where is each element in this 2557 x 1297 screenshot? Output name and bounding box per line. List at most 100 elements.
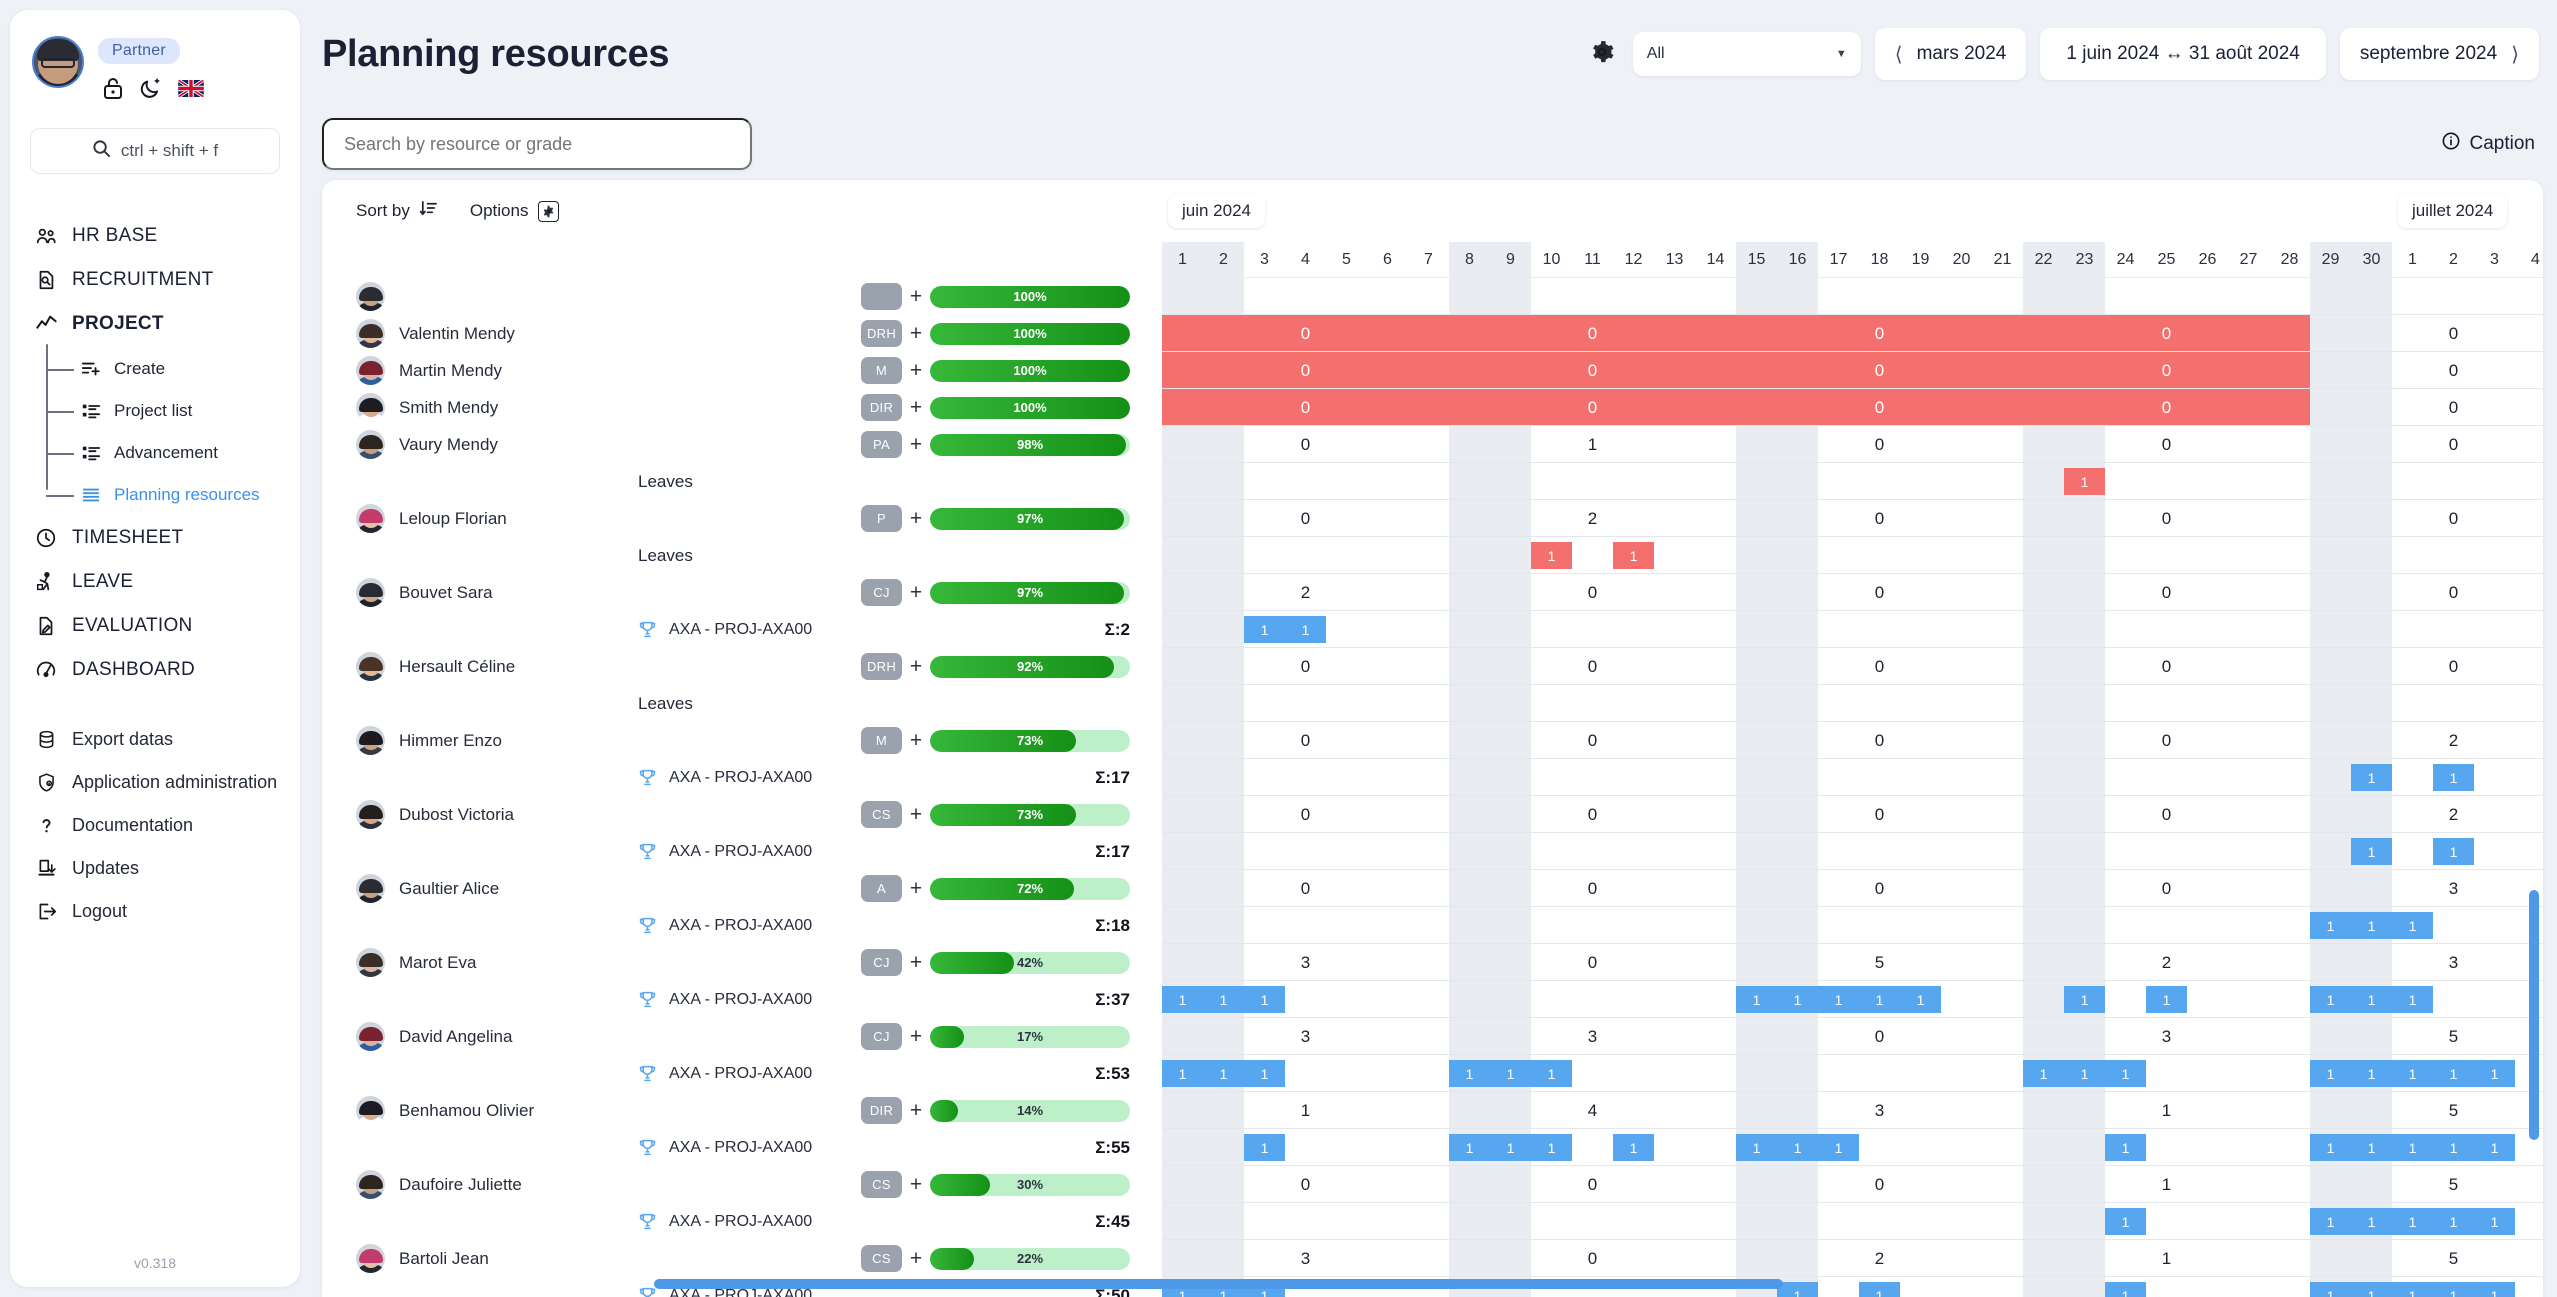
day-header-cell[interactable]: 6 — [1367, 242, 1408, 278]
expand-resource-button[interactable]: + — [902, 951, 930, 975]
day-header-cell[interactable]: 9 — [1490, 242, 1531, 278]
filter-select[interactable]: All ▼ — [1632, 32, 1861, 76]
timeline-aggregate-row[interactable]: 00000000 — [1162, 352, 2543, 389]
task-block[interactable]: 1 — [2474, 1208, 2515, 1235]
expand-resource-button[interactable]: + — [902, 322, 930, 346]
task-block[interactable]: 1 — [1244, 1060, 1285, 1087]
day-header-cell[interactable]: 26 — [2187, 242, 2228, 278]
day-header-cell[interactable]: 14 — [1695, 242, 1736, 278]
timeline-detail-row[interactable]: 11111111111111111111111111111 — [1162, 1129, 2543, 1166]
day-header-cell[interactable]: 23 — [2064, 242, 2105, 278]
resource-row[interactable]: Valentin Mendy DRH +100% — [322, 315, 1162, 352]
task-block[interactable]: 1 — [2310, 912, 2351, 939]
resource-row[interactable]: Vaury Mendy PA +98% — [322, 426, 1162, 463]
resource-row[interactable]: Himmer Enzo M +73% — [322, 722, 1162, 759]
task-block[interactable]: 1 — [2433, 764, 2474, 791]
task-block[interactable]: 1 — [2351, 1134, 2392, 1161]
day-header-cell[interactable]: 18 — [1859, 242, 1900, 278]
project-row[interactable]: AXA - PROJ-AXA00 Σ:53 — [322, 1055, 1162, 1092]
day-header-cell[interactable]: 20 — [1941, 242, 1982, 278]
timeline-detail-row[interactable]: 111111111111111111111 — [1162, 1203, 2543, 1240]
resource-row[interactable]: +100% — [322, 278, 1162, 315]
task-block[interactable]: 1 — [2433, 1282, 2474, 1297]
next-month-button[interactable]: septembre 2024 ⟩ — [2339, 28, 2539, 80]
timeline-aggregate-row[interactable]: 30215555 — [1162, 1240, 2543, 1277]
expand-resource-button[interactable]: + — [902, 1247, 930, 1271]
task-block[interactable]: 1 — [2351, 1060, 2392, 1087]
resource-row[interactable]: Gaultier Alice A +72% — [322, 870, 1162, 907]
task-block[interactable]: 1 — [1818, 1134, 1859, 1161]
task-block[interactable]: 1 — [1449, 1134, 1490, 1161]
expand-resource-button[interactable]: + — [902, 359, 930, 383]
day-header-cell[interactable]: 8 — [1449, 242, 1490, 278]
timeline-aggregate-row[interactable]: 00002222 — [1162, 796, 2543, 833]
sidebar-item-hr-base[interactable]: HR BASE — [10, 214, 300, 258]
sidebar-item-logout[interactable]: Logout — [10, 890, 300, 933]
day-header-cell[interactable]: 21 — [1982, 242, 2023, 278]
timeline-detail-row[interactable]: 11111111 — [1162, 759, 2543, 796]
sidebar-item-application-administration[interactable]: Application administration — [10, 761, 300, 804]
task-block[interactable]: 1 — [2433, 1134, 2474, 1161]
task-block[interactable]: 1 — [2392, 1208, 2433, 1235]
resource-row[interactable]: Marot Eva CJ +42% — [322, 944, 1162, 981]
day-header-cell[interactable]: 1 — [2392, 242, 2433, 278]
day-header-cell[interactable]: 16 — [1777, 242, 1818, 278]
timeline-column[interactable]: 1 2 3 4 5 6 7 8 9 10 11 12 13 14 15 16 17 18 19 20 21 22 23 24 2… — [1162, 242, 2543, 1297]
task-block[interactable]: 1 — [2351, 912, 2392, 939]
timeline-aggregate-row[interactable]: 14315555 — [1162, 1092, 2543, 1129]
resource-row[interactable]: Hersault Céline DRH +92% — [322, 648, 1162, 685]
project-row[interactable]: AXA - PROJ-AXA00 Σ:17 — [322, 833, 1162, 870]
task-block[interactable]: 1 — [1162, 1060, 1203, 1087]
resource-row[interactable]: Smith Mendy DIR +100% — [322, 389, 1162, 426]
caption-button[interactable]: Caption — [2441, 131, 2544, 157]
task-block[interactable]: 1 — [2310, 1060, 2351, 1087]
global-search-shortcut[interactable]: ctrl + shift + f — [30, 128, 280, 174]
task-block[interactable]: 1 — [2064, 986, 2105, 1013]
day-header-cell[interactable]: 19 — [1900, 242, 1941, 278]
previous-month-button[interactable]: ⟨ mars 2024 — [1874, 28, 2027, 80]
task-block[interactable]: 1 — [1777, 986, 1818, 1013]
task-block[interactable]: 1 — [2392, 1060, 2433, 1087]
task-block[interactable]: 1 — [1818, 986, 1859, 1013]
resource-row[interactable]: Benhamou Olivier DIR +14% — [322, 1092, 1162, 1129]
day-header-cell[interactable]: 4 — [2515, 242, 2543, 278]
timeline-detail-row[interactable]: 11 — [1162, 611, 2543, 648]
resource-row[interactable]: David Angelina CJ +17% — [322, 1018, 1162, 1055]
day-header-cell[interactable]: 11 — [1572, 242, 1613, 278]
day-header-cell[interactable]: 24 — [2105, 242, 2146, 278]
task-block[interactable]: 1 — [2474, 1060, 2515, 1087]
task-block[interactable]: 1 — [2433, 1208, 2474, 1235]
moon-icon[interactable] — [140, 76, 162, 100]
day-header-cell[interactable]: 1 — [1162, 242, 1203, 278]
task-block[interactable]: 1 — [2105, 1208, 2146, 1235]
resource-row[interactable]: Dubost Victoria CS +73% — [322, 796, 1162, 833]
task-block[interactable]: 1 — [1613, 1134, 1654, 1161]
timeline-aggregate-row[interactable]: 30523333 — [1162, 944, 2543, 981]
project-row[interactable]: AXA - PROJ-AXA00 Σ:45 — [322, 1203, 1162, 1240]
task-block[interactable]: 1 — [1244, 986, 1285, 1013]
task-block[interactable]: 1 — [2310, 1208, 2351, 1235]
task-block[interactable]: 1 — [2351, 838, 2392, 865]
timeline-aggregate-row[interactable]: 20000000 — [1162, 574, 2543, 611]
timeline-aggregate-row[interactable]: 00015555 — [1162, 1166, 2543, 1203]
task-block[interactable]: 1 — [2433, 1060, 2474, 1087]
task-block[interactable]: 1 — [1777, 1134, 1818, 1161]
task-block[interactable]: 1 — [2392, 1282, 2433, 1297]
expand-resource-button[interactable]: + — [902, 877, 930, 901]
day-header-cell[interactable]: 13 — [1654, 242, 1695, 278]
options-button[interactable]: Options — [470, 200, 560, 222]
task-block[interactable]: 1 — [2064, 468, 2105, 495]
expand-resource-button[interactable]: + — [902, 396, 930, 420]
timeline-aggregate-row[interactable]: 00002222 — [1162, 722, 2543, 759]
task-block[interactable]: 1 — [2351, 1282, 2392, 1297]
timeline-aggregate-row[interactable]: 02000000 — [1162, 500, 2543, 537]
project-row[interactable]: AXA - PROJ-AXA00 Σ:18 — [322, 907, 1162, 944]
timeline-aggregate-row[interactable]: 01000000 — [1162, 426, 2543, 463]
task-block[interactable]: 1 — [1777, 1282, 1818, 1297]
task-block[interactable]: 1 — [1859, 1282, 1900, 1297]
sidebar-item-timesheet[interactable]: TIMESHEET — [10, 516, 300, 560]
day-header-cell[interactable]: 29 — [2310, 242, 2351, 278]
day-header-cell[interactable]: 27 — [2228, 242, 2269, 278]
day-header-cell[interactable]: 17 — [1818, 242, 1859, 278]
day-header-cell[interactable]: 10 — [1531, 242, 1572, 278]
